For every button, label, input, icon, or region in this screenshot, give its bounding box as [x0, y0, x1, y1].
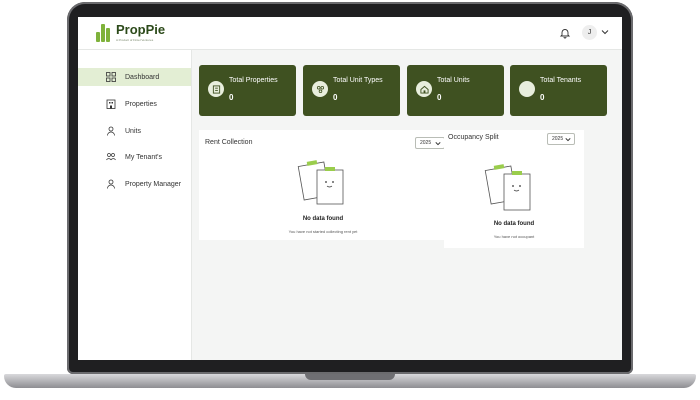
stat-value: 0 [540, 93, 545, 102]
sidebar-item-my-tenants[interactable]: My Tenant's [78, 148, 191, 166]
stat-title: Total Properties [229, 77, 278, 84]
sidebar-item-label: Dashboard [125, 73, 160, 81]
empty-state-title: No data found [302, 216, 344, 222]
sidebar-item-properties[interactable]: Properties [78, 95, 191, 113]
occupancy-split-panel: Occupancy Split 2025 No data found You h… [444, 130, 584, 248]
stat-value: 0 [333, 93, 338, 102]
rent-year-select[interactable]: 2025 [415, 137, 445, 149]
brand-tagline: A Product of Fintel Ventures [116, 38, 154, 42]
building-icon [106, 99, 116, 109]
top-bar: PropPie A Product of Fintel Ventures J [78, 17, 622, 50]
stat-card-total-tenants[interactable]: Total Tenants 0 [510, 65, 607, 116]
empty-clipboard-icon [297, 160, 344, 205]
sidebar-item-units[interactable]: Units [78, 122, 191, 140]
app-screen: PropPie A Product of Fintel Ventures J D… [78, 17, 622, 360]
home-icon [416, 81, 432, 97]
avatar[interactable]: J [582, 25, 597, 40]
stat-title: Total Tenants [540, 77, 582, 84]
empty-state-subtitle: You have not occupant [493, 234, 535, 239]
rent-collection-panel: Rent Collection 2025 No data found You h… [199, 130, 447, 240]
sidebar-item-label: My Tenant's [125, 153, 163, 161]
empty-state-title: No data found [493, 221, 535, 227]
chevron-down-icon[interactable] [601, 29, 609, 35]
chevron-down-icon [565, 138, 571, 142]
panel-title: Rent Collection [205, 139, 253, 146]
sidebar-item-label: Properties [125, 100, 157, 108]
grid-icon [106, 72, 116, 82]
chevron-down-icon [435, 142, 441, 146]
building-icon [208, 81, 224, 97]
panel-title: Occupancy Split [448, 134, 499, 141]
users-icon [106, 153, 116, 161]
occupancy-year-select[interactable]: 2025 [547, 133, 575, 145]
stat-title: Total Unit Types [333, 77, 383, 84]
user-icon [107, 126, 115, 136]
stat-value: 0 [437, 93, 442, 102]
circle-icon [519, 81, 535, 97]
stat-card-total-properties[interactable]: Total Properties 0 [199, 65, 296, 116]
sidebar-item-label: Units [125, 127, 141, 135]
sidebar-item-label: Property Manager [125, 180, 182, 188]
sidebar-item-property-manager[interactable]: Property Manager [78, 175, 191, 193]
empty-clipboard-icon [484, 164, 531, 211]
select-value: 2025 [552, 136, 564, 142]
sidebar-item-dashboard[interactable]: Dashboard [78, 68, 191, 86]
units-icon [312, 81, 328, 97]
laptop-notch [305, 374, 395, 380]
empty-state-subtitle: You have not started collecting rent yet [288, 229, 358, 234]
brand-name: PropPie [116, 22, 166, 37]
sidebar: Dashboard Properties Units My Tenant's P… [78, 50, 192, 360]
bell-icon[interactable] [559, 27, 571, 39]
select-value: 2025 [420, 140, 432, 146]
stat-title: Total Units [437, 77, 470, 84]
stat-card-total-units[interactable]: Total Units 0 [407, 65, 504, 116]
stat-value: 0 [229, 93, 234, 102]
stat-card-total-unit-types[interactable]: Total Unit Types 0 [303, 65, 400, 116]
user-icon [107, 179, 115, 189]
brand-logo[interactable]: PropPie A Product of Fintel Ventures [96, 23, 165, 42]
logo-mark-icon [96, 23, 111, 42]
